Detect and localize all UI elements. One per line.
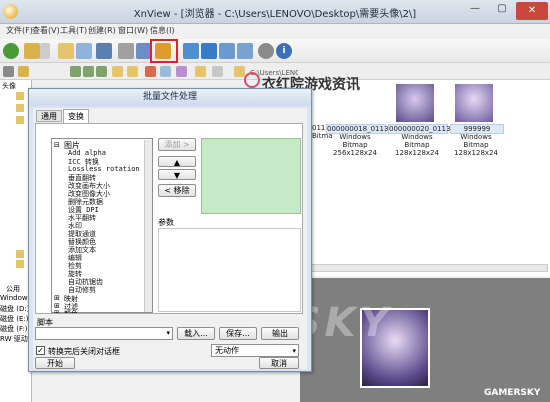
- copy-icon[interactable]: [160, 66, 171, 77]
- batch-process-dialog: 批量文件处理 通用 变换 ⊟ 图片 Add alpha ICC 转换 Lossl…: [28, 88, 312, 372]
- thumb-info: Windows Bitmap 128x128x24: [454, 133, 498, 157]
- folder-icon[interactable]: [16, 260, 24, 268]
- tab-transform[interactable]: 变换: [63, 109, 89, 123]
- fullscreen-icon[interactable]: [201, 43, 217, 59]
- watermark-corner: GAMERSKY: [484, 388, 541, 398]
- print-icon[interactable]: [118, 43, 134, 59]
- highlight-box: [150, 39, 178, 63]
- edit-icon[interactable]: [112, 66, 123, 77]
- star-filter-icon[interactable]: [195, 66, 206, 77]
- chevron-down-icon: ▾: [292, 347, 296, 355]
- tree-header: 头像: [2, 82, 16, 90]
- folder-small-icon[interactable]: [18, 66, 29, 77]
- open-folder-icon[interactable]: [58, 43, 74, 59]
- thumb-info: Windows Bitmap 256x128x24: [333, 133, 377, 157]
- horizontal-scrollbar[interactable]: [302, 264, 548, 272]
- refresh-icon[interactable]: [3, 43, 19, 59]
- chevron-down-icon: ▾: [166, 329, 170, 337]
- params-label: 参数: [158, 218, 174, 227]
- add-folder-icon[interactable]: [127, 66, 138, 77]
- menu-bar: 文件(F) 查看(V) 工具(T) 创建(R) 窗口(W) 信息(I): [0, 24, 550, 39]
- close-window-button[interactable]: ✕: [516, 2, 548, 20]
- menu-tools[interactable]: 工具(T): [60, 25, 87, 36]
- folder-icon[interactable]: [16, 116, 24, 124]
- menu-create[interactable]: 创建(R): [88, 25, 116, 36]
- view-icon[interactable]: [76, 43, 92, 59]
- monitor-icon[interactable]: [219, 43, 235, 59]
- arrow-up-icon[interactable]: [96, 66, 107, 77]
- menu-file[interactable]: 文件(F): [6, 25, 33, 36]
- folder-icon[interactable]: [24, 43, 40, 59]
- export-button[interactable]: 输出: [261, 327, 299, 340]
- start-button[interactable]: 开始: [35, 357, 75, 369]
- menu-info[interactable]: 信息(I): [150, 25, 175, 36]
- delete-icon[interactable]: [145, 66, 156, 77]
- tree-item[interactable]: Lossless rotation: [68, 165, 140, 173]
- thumb-info: Windows Bitmap 128x128x24: [395, 133, 439, 157]
- capture-icon[interactable]: [237, 43, 253, 59]
- selected-transforms-list[interactable]: [201, 138, 301, 214]
- folder-icon[interactable]: [16, 104, 24, 112]
- action-select-value: 无动作: [215, 346, 239, 355]
- tree-toggle-icon[interactable]: ⊟: [54, 141, 60, 149]
- tree-toggle-icon[interactable]: ⊞: [54, 294, 60, 302]
- params-panel: [158, 228, 301, 312]
- tree-public[interactable]: 公用: [6, 284, 20, 294]
- save-button[interactable]: 保存...: [219, 327, 257, 340]
- transform-panel: ⊟ 图片 Add alpha ICC 转换 Lossless rotation …: [35, 123, 303, 314]
- tab-general[interactable]: 通用: [36, 110, 62, 122]
- tree-group[interactable]: 颜色: [64, 309, 78, 313]
- script-select[interactable]: ▾: [35, 327, 173, 340]
- slideshow-icon[interactable]: [183, 43, 199, 59]
- rating-icon[interactable]: [234, 66, 245, 77]
- tree-scrollbar[interactable]: [144, 140, 152, 312]
- arrow-left-icon[interactable]: [70, 66, 81, 77]
- maximize-button[interactable]: ▢: [489, 3, 515, 20]
- tree-drive-f[interactable]: 磁盘 (F:): [0, 324, 28, 334]
- load-button[interactable]: 载入...: [177, 327, 215, 340]
- sort-icon[interactable]: [212, 66, 223, 77]
- add-button[interactable]: 添加 >: [158, 138, 196, 151]
- star-icon[interactable]: [3, 66, 14, 77]
- remove-button[interactable]: < 移除: [158, 184, 196, 197]
- close-after-label: 转换完后关闭对话框: [48, 347, 120, 356]
- action-select[interactable]: 无动作 ▾: [211, 344, 299, 357]
- tree-drive-e[interactable]: 磁盘 (E:): [0, 314, 28, 324]
- cancel-button[interactable]: 取消: [259, 357, 299, 369]
- kite-logo-icon: [244, 72, 260, 88]
- close-after-checkbox[interactable]: ✓: [36, 346, 45, 355]
- info-icon[interactable]: i: [276, 43, 292, 59]
- tree-drive-d[interactable]: 磁盘 (D:): [0, 304, 29, 314]
- tree-windows[interactable]: Windows: [0, 294, 31, 302]
- folder-icon[interactable]: [16, 92, 24, 100]
- move-up-button[interactable]: ▲: [158, 156, 196, 167]
- thumbnail-image[interactable]: [396, 84, 434, 122]
- tree-toggle-icon[interactable]: ⊞: [54, 309, 60, 313]
- title-bar: XnView - [浏览器 - C:\Users\LENOVO\Desktop\…: [0, 0, 550, 24]
- gear-icon[interactable]: [258, 43, 274, 59]
- dialog-title: 批量文件处理: [29, 89, 311, 106]
- arrow-right-icon[interactable]: [83, 66, 94, 77]
- thumbnail-image-2: [456, 84, 492, 120]
- save-icon[interactable]: [96, 43, 112, 59]
- main-toolbar: i: [0, 39, 550, 63]
- menu-view[interactable]: 查看(V): [32, 25, 60, 36]
- filter-icon[interactable]: [176, 66, 187, 77]
- dialog-body: 通用 变换 ⊟ 图片 Add alpha ICC 转换 Lossless rot…: [33, 108, 307, 369]
- minimize-button[interactable]: —: [462, 3, 488, 20]
- tree-item[interactable]: Add alpha: [68, 149, 106, 157]
- transform-tree: ⊟ 图片 Add alpha ICC 转换 Lossless rotation …: [51, 138, 153, 313]
- chevron-down-icon[interactable]: [40, 43, 50, 59]
- move-down-button[interactable]: ▼: [158, 169, 196, 180]
- tree-rw-drive[interactable]: RW 驱动: [0, 334, 28, 344]
- thumbnail-gallery: 01132 Bitmap 000000018_01132 Windows Bit…: [300, 80, 550, 276]
- folder-icon[interactable]: [16, 250, 24, 258]
- menu-window[interactable]: 窗口(W): [118, 25, 148, 36]
